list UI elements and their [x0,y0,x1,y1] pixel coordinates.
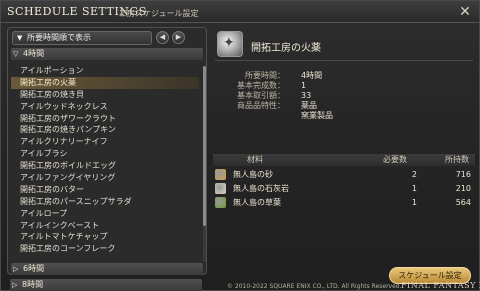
material-owned: 564 [455,198,471,207]
recipe-item[interactable]: アイルウッドネックレス [11,101,199,113]
info-label: 商品品特性： [237,101,285,110]
sort-dropdown[interactable]: ▼ 所要時間順で表示 [12,31,152,45]
sort-label: 所要時間順で表示 [27,33,91,42]
expand-icon: ▷ [12,281,18,289]
material-owned: 210 [455,184,471,193]
schedule-settings-window: SCHEDULE SETTINGS 工房スケジュール設定 ✕ ▼ 所要時間順で表… [0,0,480,291]
recipe-item[interactable]: 開拓工房のパースニップサラダ [11,196,199,208]
recipe-item[interactable]: 開拓工房のボイルドエッグ [11,160,199,172]
prev-button[interactable]: ◀ [156,31,169,44]
materials-col-name: 材料 [247,155,263,164]
info-value: 窯業製品 [301,111,333,120]
info-row: 窯業製品 [229,111,429,121]
title-bar: SCHEDULE SETTINGS 工房スケジュール設定 ✕ [1,1,479,23]
recipe-item[interactable]: アイルトマトケチャップ [11,231,199,243]
recipe-list-panel: ▼ 所要時間順で表示 ◀ ▶ ▽ 4時間 アイルポーション 開拓工房の火薬 開拓工房… [7,27,207,275]
expand-icon: ▷ [13,265,19,273]
recipe-item[interactable]: 開拓工房のバター [11,184,199,196]
info-value: 4時間 [301,71,323,80]
chevron-down-icon: ▼ [17,34,23,42]
materials-col-required: 必要数 [383,155,407,164]
group-header-6h[interactable]: ▷ 6時間 [11,263,203,275]
material-required: 2 [411,170,417,179]
limestone-icon [215,183,226,194]
material-row[interactable]: 無人島の草葉 1 564 [213,196,475,209]
recipe-item[interactable]: アイルインクベースト [11,220,199,232]
material-name: 無人島の砂 [233,170,273,179]
info-row: 基本取引額： 33 [229,91,429,101]
materials-col-owned: 所持数 [445,155,469,164]
recipe-item[interactable]: アイルクリナリーナイフ [11,136,199,148]
materials-header: 材料 必要数 所持数 [213,154,475,166]
group-label: 4時間 [23,49,45,58]
material-name: 無人島の石灰岩 [233,184,289,193]
info-value: 33 [301,91,312,100]
info-value: 薬品 [301,101,317,110]
item-header: ✦ 開拓工房の火薬 [215,31,473,61]
info-label: 基本取引額： [237,91,285,100]
material-row[interactable]: 無人島の石灰岩 1 210 [213,182,475,195]
material-required: 1 [411,198,417,207]
recipe-item[interactable]: 開拓工房の焼きパンプキン [11,124,199,136]
recipe-item[interactable]: 開拓工房の焼き貝 [11,89,199,101]
info-value: 1 [301,81,307,90]
recipe-item[interactable]: アイルファングイヤリング [11,172,199,184]
close-icon[interactable]: ✕ [457,4,473,20]
recipe-item[interactable]: 開拓工房のコーンフレーク [11,243,199,255]
recipe-list: アイルポーション 開拓工房の火薬 開拓工房の焼き貝 アイルウッドネックレス 開拓工房のザ… [11,65,199,255]
material-name: 無人島の草葉 [233,198,281,207]
recipe-item[interactable]: アイルブラシ [11,148,199,160]
material-owned: 716 [455,170,471,179]
recipe-item[interactable]: アイルポーション [11,65,199,77]
recipe-item[interactable]: 開拓工房のザワークラウト [11,113,199,125]
item-info-table: 所要時間： 4時間基本完成数： 1 基本取引額： 33 商品品特性： 薬品 窯業製品 [229,71,429,121]
collapse-icon: ▽ [13,50,19,58]
recipe-item[interactable]: アイルロープ [11,208,199,220]
scroll-thumb[interactable] [203,66,206,226]
group-label: 8時間 [22,280,44,289]
group-header-8h[interactable]: ▷ 8時間 [10,279,202,291]
scrollbar[interactable] [203,66,206,262]
recipe-item[interactable]: 開拓工房の火薬 [11,76,199,89]
info-label: 基本完成数： [237,81,285,90]
material-required: 1 [411,184,417,193]
next-button[interactable]: ▶ [172,31,185,44]
sand-icon [215,169,226,180]
window-subtitle: 工房スケジュール設定 [119,9,199,18]
material-row[interactable]: 無人島の砂 2 716 [213,168,475,181]
info-label: 所要時間： [245,71,285,80]
info-row: 商品品特性： 薬品 [229,101,429,111]
leaf-icon [215,197,226,208]
info-row: 基本完成数： 1 [229,81,429,91]
group-label: 6時間 [23,264,45,273]
info-row: 所要時間： 4時間 [229,71,429,81]
copyright-text: © 2010-2022 SQUARE ENIX CO., LTD. All Ri… [227,283,402,290]
group-header-4h[interactable]: ▽ 4時間 [11,48,203,60]
game-logo: FINAL FANTASY XIV [401,281,480,290]
gunpowder-icon: ✦ [217,31,243,57]
item-name: 開拓工房の火薬 [251,43,321,54]
